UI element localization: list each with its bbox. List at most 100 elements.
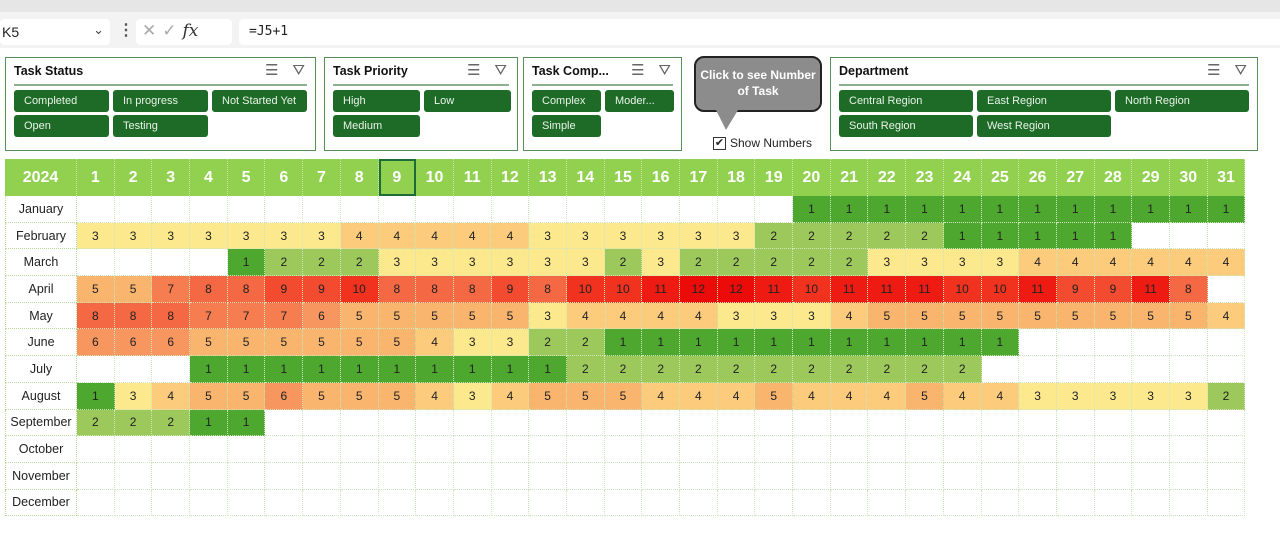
heatmap-cell[interactable]: 2	[152, 409, 191, 437]
heatmap-cell[interactable]: 3	[453, 382, 492, 410]
heatmap-cell[interactable]	[265, 489, 304, 517]
heatmap-cell[interactable]: 3	[265, 222, 304, 250]
heatmap-cell[interactable]: 4	[1056, 249, 1095, 277]
heatmap-cell[interactable]	[1169, 409, 1208, 437]
heatmap-cell[interactable]	[1207, 489, 1246, 517]
heatmap-cell[interactable]	[303, 489, 341, 517]
heatmap-cell[interactable]: 4	[416, 222, 454, 250]
heatmap-cell[interactable]	[416, 462, 454, 490]
heatmap-cell[interactable]: 5	[1132, 302, 1170, 330]
heatmap-cell[interactable]	[1132, 356, 1170, 383]
heatmap-cell[interactable]	[77, 356, 115, 383]
day-header[interactable]: 30	[1169, 159, 1208, 196]
heatmap-cell[interactable]	[152, 436, 191, 463]
day-header[interactable]: 27	[1056, 159, 1095, 196]
heatmap-cell[interactable]: 1	[830, 329, 869, 357]
heatmap-cell[interactable]	[566, 436, 605, 463]
heatmap-cell[interactable]: 3	[453, 249, 492, 277]
heatmap-cell[interactable]	[1019, 462, 1057, 490]
heatmap-cell[interactable]: 9	[303, 276, 341, 303]
heatmap-cell[interactable]: 1	[491, 356, 530, 383]
heatmap-cell[interactable]	[1207, 356, 1246, 383]
heatmap-cell[interactable]	[943, 436, 982, 463]
heatmap-cell[interactable]: 3	[755, 302, 794, 330]
heatmap-cell[interactable]: 3	[1169, 382, 1208, 410]
heatmap-cell[interactable]: 4	[453, 222, 492, 250]
heatmap-cell[interactable]: 3	[491, 329, 530, 357]
heatmap-cell[interactable]: 4	[943, 382, 982, 410]
heatmap-cell[interactable]	[152, 196, 191, 223]
clear-filter-icon[interactable]: ⛛	[292, 62, 305, 79]
heatmap-cell[interactable]	[77, 436, 115, 463]
month-label[interactable]: July	[5, 356, 77, 383]
heatmap-cell[interactable]: 4	[1019, 249, 1057, 277]
heatmap-cell[interactable]	[190, 489, 228, 517]
heatmap-cell[interactable]: 3	[416, 249, 454, 277]
heatmap-cell[interactable]	[340, 489, 379, 517]
heatmap-cell[interactable]	[491, 462, 530, 490]
heatmap-cell[interactable]: 5	[755, 382, 794, 410]
heatmap-cell[interactable]: 4	[717, 382, 756, 410]
heatmap-cell[interactable]: 2	[680, 249, 718, 277]
heatmap-cell[interactable]	[1132, 409, 1170, 437]
day-header[interactable]: 24	[943, 159, 982, 196]
heatmap-cell[interactable]: 1	[1132, 196, 1170, 223]
multi-select-icon[interactable]: ☰	[631, 62, 644, 79]
heatmap-cell[interactable]	[453, 196, 492, 223]
heatmap-cell[interactable]: 5	[114, 276, 153, 303]
heatmap-cell[interactable]	[830, 436, 869, 463]
day-header[interactable]: 5	[227, 159, 266, 196]
heatmap-cell[interactable]: 1	[378, 356, 417, 383]
heatmap-cell[interactable]	[529, 436, 567, 463]
heatmap-cell[interactable]	[566, 196, 605, 223]
heatmap-cell[interactable]	[1094, 409, 1133, 437]
heatmap-cell[interactable]	[529, 462, 567, 490]
heatmap-cell[interactable]: 1	[981, 222, 1020, 250]
heatmap-cell[interactable]: 10	[943, 276, 982, 303]
heatmap-cell[interactable]	[1169, 436, 1208, 463]
heatmap-cell[interactable]: 3	[303, 222, 341, 250]
heatmap-cell[interactable]: 10	[604, 276, 643, 303]
heatmap-cell[interactable]: 1	[1169, 196, 1208, 223]
heatmap-cell[interactable]	[981, 462, 1020, 490]
heatmap-cell[interactable]	[680, 489, 718, 517]
heatmap-cell[interactable]: 5	[303, 329, 341, 357]
heatmap-cell[interactable]: 4	[1207, 302, 1246, 330]
heatmap-cell[interactable]	[830, 409, 869, 437]
heatmap-cell[interactable]	[906, 436, 944, 463]
day-header[interactable]: 1	[77, 159, 115, 196]
heatmap-cell[interactable]	[1207, 409, 1246, 437]
clear-filter-icon[interactable]: ⛛	[1234, 62, 1247, 79]
heatmap-cell[interactable]	[717, 462, 756, 490]
slicer-item[interactable]: West Region	[977, 115, 1111, 137]
heatmap-cell[interactable]: 2	[303, 249, 341, 277]
heatmap-cell[interactable]	[868, 462, 907, 490]
heatmap-cell[interactable]: 2	[793, 222, 831, 250]
heatmap-cell[interactable]: 1	[1094, 196, 1133, 223]
heatmap-cell[interactable]	[1094, 436, 1133, 463]
heatmap-cell[interactable]: 3	[77, 222, 115, 250]
slicer-item[interactable]: Simple	[532, 115, 601, 137]
heatmap-cell[interactable]	[642, 196, 680, 223]
slicer-item[interactable]: Completed	[14, 90, 109, 112]
heatmap-cell[interactable]: 5	[340, 329, 379, 357]
heatmap-cell[interactable]	[152, 356, 191, 383]
heatmap-cell[interactable]: 4	[378, 222, 417, 250]
heatmap-cell[interactable]: 5	[265, 329, 304, 357]
chevron-down-icon[interactable]: ⌄	[93, 22, 104, 38]
heatmap-cell[interactable]	[1169, 356, 1208, 383]
heatmap-cell[interactable]: 3	[566, 249, 605, 277]
heatmap-cell[interactable]: 1	[717, 329, 756, 357]
heatmap-cell[interactable]	[77, 462, 115, 490]
heatmap-cell[interactable]: 8	[378, 276, 417, 303]
heatmap-cell[interactable]: 4	[868, 382, 907, 410]
heatmap-cell[interactable]	[378, 436, 417, 463]
day-header[interactable]: 25	[981, 159, 1020, 196]
heatmap-cell[interactable]	[1056, 356, 1095, 383]
heatmap-cell[interactable]	[868, 409, 907, 437]
heatmap-cell[interactable]: 9	[1056, 276, 1095, 303]
heatmap-cell[interactable]: 2	[868, 356, 907, 383]
heatmap-cell[interactable]	[642, 462, 680, 490]
heatmap-cell[interactable]: 11	[906, 276, 944, 303]
month-label[interactable]: April	[5, 276, 77, 303]
